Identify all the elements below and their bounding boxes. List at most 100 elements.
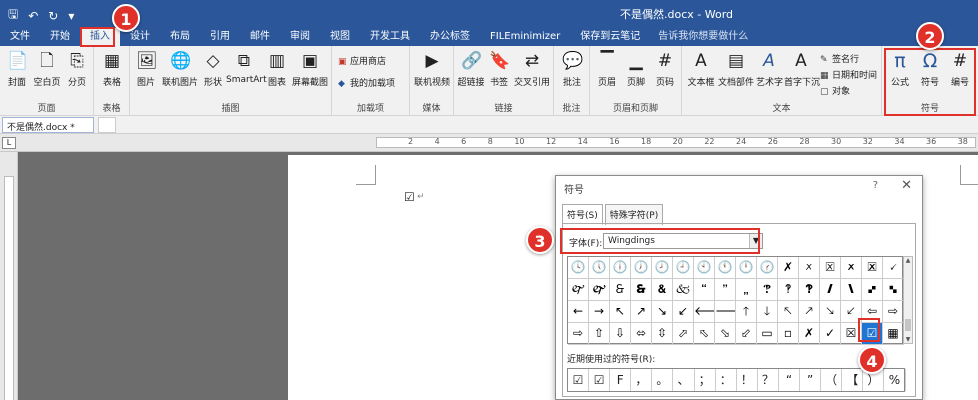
symbol-cell[interactable]: ✗ [799, 323, 820, 345]
textbox-button[interactable]: A 文本框 [686, 50, 716, 88]
tab-view[interactable]: 视图 [320, 28, 360, 46]
recent-symbol-cell[interactable]: 【 [842, 369, 864, 391]
vertical-ruler[interactable] [0, 152, 18, 400]
tab-references[interactable]: 引用 [200, 28, 240, 46]
shapes-button[interactable]: ◇ 形状 [202, 50, 224, 88]
recent-symbol-cell[interactable]: ， [631, 369, 653, 391]
symbol-cell[interactable]: 🙶 [694, 279, 715, 301]
comment-button[interactable]: 💬 批注 [559, 50, 585, 88]
recent-symbol-cell[interactable]: ； [695, 369, 716, 391]
symbol-cell[interactable]: 🙵 [673, 279, 694, 301]
tab-mailings[interactable]: 邮件 [240, 28, 280, 46]
symbol-cell[interactable]: 🕚 [715, 257, 736, 279]
symbol-cell[interactable]: 🙴 [652, 279, 673, 301]
symbol-cell[interactable]: 🕕 [610, 257, 631, 279]
symbol-cell[interactable]: 🙿 [883, 279, 904, 301]
symbol-cell[interactable]: ⇧ [589, 323, 610, 345]
help-button[interactable]: ? [873, 180, 878, 191]
hyperlink-button[interactable]: 🔗 超链接 [456, 50, 486, 88]
recent-symbol-cell[interactable]: （ [821, 369, 843, 391]
symbol-cell[interactable]: 🙼 [820, 279, 841, 301]
recent-symbol-cell[interactable]: 。 [652, 369, 674, 391]
recent-symbol-cell[interactable]: % [884, 369, 906, 391]
symbol-cell[interactable]: 🙾 [862, 279, 883, 301]
symbol-cell[interactable]: 🕔 [589, 257, 610, 279]
tab-stop-selector[interactable]: L [2, 137, 16, 149]
save-icon[interactable]: 🖫 [8, 5, 18, 26]
symbol-cell[interactable]: 🕘 [673, 257, 694, 279]
symbol-cell[interactable]: 🡕 [799, 301, 820, 323]
blank-page-button[interactable]: 🗋 空白页 [32, 50, 62, 88]
symbol-cell[interactable]: 🙹 [757, 279, 778, 301]
tab-fileminimizer[interactable]: FILEminimizer [480, 28, 570, 46]
cover-page-button[interactable]: 📄 封面 [4, 50, 30, 88]
table-button[interactable]: ▦ 表格 [99, 50, 125, 88]
symbol-cell[interactable]: 🕖 [631, 257, 652, 279]
page-number-button[interactable]: # 页码 [652, 50, 678, 88]
symbol-cell[interactable]: ⬂ [715, 323, 736, 345]
drop-cap-button[interactable]: A 首字下沉 [784, 50, 820, 88]
symbol-cell[interactable]: ▦ [883, 323, 904, 345]
symbol-cell[interactable]: 🕛 [736, 257, 757, 279]
symbol-cell[interactable]: 🕓 [568, 257, 589, 279]
symbol-cell[interactable]: ✗ [778, 257, 799, 279]
symbol-cell[interactable]: 🡓 [757, 301, 778, 323]
symbol-cell[interactable]: 🙳 [631, 279, 652, 301]
tell-me-input[interactable]: 告诉我你想要做什么 [650, 28, 756, 46]
header-button[interactable]: ▔ 页眉 [594, 50, 620, 88]
symbol-cell[interactable]: 🙱 [589, 279, 610, 301]
tab-file[interactable]: 文件 [0, 28, 40, 46]
symbol-cell[interactable]: 🡑 [736, 301, 757, 323]
tab-developer[interactable]: 开发工具 [360, 28, 420, 46]
tab-save-cloud-note[interactable]: 保存到云笔记 [570, 28, 650, 46]
close-icon[interactable]: ✕ [901, 178, 912, 193]
picture-button[interactable]: 🖼 图片 [134, 50, 158, 88]
symbol-cell[interactable]: ↖ [610, 301, 631, 323]
symbol-cell[interactable]: ↘ [652, 301, 673, 323]
wordart-button[interactable]: A 艺术字 [756, 50, 783, 88]
chart-button[interactable]: ▥ 图表 [266, 50, 288, 88]
symbol-cell[interactable]: ⇨ [883, 301, 904, 323]
signature-line-button[interactable]: ✎ 签名行 [820, 52, 859, 65]
recent-symbol-cell[interactable]: 、 [673, 369, 695, 391]
page-break-button[interactable]: ⎘ 分页 [64, 50, 90, 88]
symbol-cell[interactable]: ⇨ [568, 323, 589, 345]
smartart-button[interactable]: ⧉ SmartArt [226, 50, 267, 85]
recent-symbol-cell[interactable]: ☑ [589, 369, 611, 391]
symbol-cell[interactable]: 🡐 [694, 301, 715, 323]
symbol-cell[interactable]: 🕗 [652, 257, 673, 279]
date-time-button[interactable]: ▦ 日期和时间 [820, 68, 877, 81]
recent-symbol-cell[interactable]: F [610, 369, 632, 391]
symbol-cell[interactable]: ↗ [631, 301, 652, 323]
horizontal-ruler[interactable]: 2 4 6 8 10 12 14 16 18 20 22 24 26 28 30 32 34 36 38 [0, 134, 978, 152]
symbol-cell[interactable]: 🗸 [883, 257, 904, 279]
symbol-cell[interactable]: 🙷 [715, 279, 736, 301]
recent-symbol-cell[interactable]: ☑ [568, 369, 590, 391]
symbol-cell[interactable]: ← [568, 301, 589, 323]
scrollbar-thumb[interactable] [905, 319, 911, 331]
symbol-cell[interactable]: 🙺 [778, 279, 799, 301]
footer-button[interactable]: ▁ 页脚 [623, 50, 649, 88]
store-button[interactable]: ▣ 应用商店 [338, 54, 386, 67]
tab-office-tab[interactable]: 办公标签 [420, 28, 480, 46]
screenshot-button[interactable]: ▣ 屏幕截图 [290, 50, 330, 88]
symbol-cell[interactable]: 🗶 [841, 257, 862, 279]
symbol-cell[interactable]: ⇳ [652, 323, 673, 345]
symbol-cell[interactable]: 🗷 [862, 257, 883, 279]
bookmark-button[interactable]: 🔖 书签 [488, 50, 510, 88]
document-tab[interactable]: 不是偶然.docx * [2, 117, 94, 133]
symbol-cell[interactable]: 🙸 [736, 279, 757, 301]
my-addins-button[interactable]: ◆ 我的加载项 [338, 76, 395, 89]
undo-icon[interactable]: ↶ [28, 9, 38, 23]
tab-layout[interactable]: 布局 [160, 28, 200, 46]
symbol-cell[interactable]: ▭ [757, 323, 778, 345]
symbol-cell[interactable]: ▫ [778, 323, 799, 345]
tab-review[interactable]: 审阅 [280, 28, 320, 46]
symbol-cell[interactable]: ↙ [673, 301, 694, 323]
symbol-cell[interactable]: 🡒 [715, 301, 736, 323]
symbol-cell[interactable]: 🗴 [799, 257, 820, 279]
symbol-cell[interactable]: ⬀ [673, 323, 694, 345]
object-button[interactable]: ▢ 对象 [820, 84, 850, 97]
symbol-cell[interactable]: 🙲 [610, 279, 631, 301]
symbol-cell[interactable]: 🗵 [820, 257, 841, 279]
